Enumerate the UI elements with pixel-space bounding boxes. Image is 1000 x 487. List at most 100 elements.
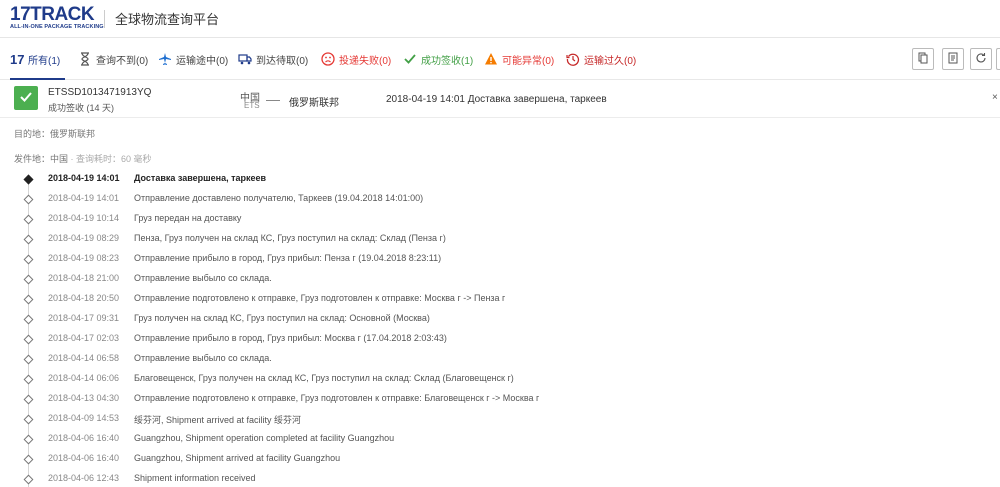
truck-icon (238, 52, 252, 66)
query-time: · 查询耗时：60 毫秒 (70, 154, 152, 164)
event-date: 2018-04-19 08:29 (48, 233, 120, 243)
event-text: 绥芬河, Shipment arrived at facility 绥芬河 (134, 415, 302, 425)
event-text: Отправление выбыло со склада. (134, 353, 272, 363)
export-button[interactable] (942, 48, 964, 70)
document-icon (947, 52, 959, 67)
timeline-event: 2018-04-06 16:40 Guangzhou, Shipment oper… (0, 430, 1000, 450)
event-text: Отправление подготовлено к отправке, Гру… (134, 293, 506, 303)
event-date: 2018-04-18 21:00 (48, 273, 120, 283)
tab-pick-up-label: 到达待取(0) (256, 55, 309, 67)
svg-text:17: 17 (10, 52, 24, 66)
origin-label: 发件地：中国 (14, 154, 69, 164)
check-icon (19, 90, 33, 107)
tab-undelivered[interactable]: 投递失败(0) (321, 50, 391, 68)
17track-logo[interactable]: 17TRACK ALL-IN-ONE PACKAGE TRACKING (10, 4, 104, 33)
timeline-event: 2018-04-06 16:40 Guangzhou, Shipment arri… (0, 450, 1000, 470)
event-text: Благовещенск, Груз получен на склад КС, … (134, 373, 514, 383)
timeline-event: 2018-04-19 10:14 Груз передан на доставку (0, 210, 1000, 230)
destination-country: 俄罗斯联邦 (289, 98, 339, 109)
tab-alert[interactable]: 可能异常(0) (484, 50, 554, 68)
timeline-dot (23, 194, 34, 205)
timeline-dot (23, 354, 34, 365)
tab-in-transit-label: 运输途中(0) (176, 55, 229, 67)
destination-label: 目的地：俄罗斯联邦 (14, 129, 96, 139)
timeline-dot (23, 274, 34, 285)
timeline-event: 2018-04-14 06:58 Отправление выбыло со ск… (0, 350, 1000, 370)
event-text: Отправление выбыло со склада. (134, 273, 272, 283)
tab-pick-up[interactable]: 到达待取(0) (238, 50, 308, 68)
17-logo-icon: 17 (10, 52, 24, 67)
tab-expired[interactable]: 运输过久(0) (566, 50, 636, 68)
more-button[interactable] (996, 48, 1000, 70)
origin-carrier: ETS (244, 101, 260, 110)
copy-icon (917, 52, 929, 67)
timeline-dot (23, 374, 34, 385)
event-text: Отправление прибыло в город, Груз прибыл… (134, 333, 447, 343)
event-date: 2018-04-09 14:53 (48, 413, 120, 423)
hourglass-icon (78, 52, 92, 66)
event-date: 2018-04-19 14:01 (48, 193, 120, 203)
event-text: Guangzhou, Shipment arrived at facility … (134, 453, 341, 463)
timeline-event: 2018-04-18 21:00 Отправление выбыло со ск… (0, 270, 1000, 290)
timeline-dot (23, 434, 34, 445)
logo-wordmark: 17TRACK (10, 4, 95, 25)
event-text: Отправление подготовлено к отправке, Гру… (134, 393, 540, 403)
event-date: 2018-04-19 14:01 (48, 173, 120, 183)
tab-delivered-label: 成功签收(1) (421, 55, 474, 67)
timeline-event: 2018-04-19 14:01 Доставка завершена, тарк… (0, 170, 1000, 190)
timeline-event: 2018-04-19 08:23 Отправление прибыло в го… (0, 250, 1000, 270)
event-text: Доставка завершена, таркеев (134, 173, 267, 183)
route-arrow (266, 100, 280, 101)
event-date: 2018-04-18 20:50 (48, 293, 120, 303)
tab-not-found[interactable]: 查询不到(0) (78, 50, 148, 68)
tab-all-label: 所有(1) (28, 55, 61, 67)
tracking-number[interactable]: ETSSD1013471913YQ (48, 87, 151, 98)
header-divider (104, 10, 105, 28)
status-tabs: 17 所有(1) 查询不到(0) 运输途中(0) 到达待取(0) 投递失败(0)… (0, 38, 1000, 80)
platform-title: 全球物流查询平台 (115, 12, 220, 27)
copy-button[interactable] (912, 48, 934, 70)
event-date: 2018-04-13 04:30 (48, 393, 120, 403)
check-icon (403, 52, 417, 66)
tab-in-transit[interactable]: 运输途中(0) (158, 50, 228, 68)
timeline-dot (23, 394, 34, 405)
timeline-dot (23, 414, 34, 425)
tab-expired-label: 运输过久(0) (584, 55, 637, 67)
timeline-dot (23, 294, 34, 305)
event-date: 2018-04-06 16:40 (48, 433, 120, 443)
logo-tagline: ALL-IN-ONE PACKAGE TRACKING (10, 24, 104, 30)
timeline-event: 2018-04-17 02:03 Отправление прибыло в го… (0, 330, 1000, 350)
close-icon[interactable]: × (992, 92, 998, 103)
event-text: Груз передан на доставку (134, 213, 242, 223)
timeline-event: 2018-04-09 14:53 绥芬河, Shipment arrived at… (0, 410, 1000, 430)
event-date: 2018-04-14 06:06 (48, 373, 120, 383)
timeline-dot (23, 214, 34, 225)
timeline-event: 2018-04-17 09:31 Груз получен на склад КС… (0, 310, 1000, 330)
refresh-icon (975, 52, 987, 67)
tab-all[interactable]: 17 所有(1) (10, 50, 60, 68)
event-date: 2018-04-06 12:43 (48, 473, 120, 483)
latest-event: 2018-04-19 14:01 Доставка завершена, тар… (386, 94, 607, 105)
clock-history-icon (566, 52, 580, 66)
timeline-dot (23, 474, 34, 485)
timeline-dot (23, 254, 34, 265)
timeline-event: 2018-04-13 04:30 Отправление подготовлено… (0, 390, 1000, 410)
timeline-dot (23, 454, 34, 465)
event-text: Отправление доставлено получателю, Тарке… (134, 193, 424, 203)
event-date: 2018-04-19 10:14 (48, 213, 120, 223)
tab-delivered[interactable]: 成功签收(1) (403, 50, 473, 68)
event-date: 2018-04-17 09:31 (48, 313, 120, 323)
timeline-dot (23, 314, 34, 325)
event-date: 2018-04-06 16:40 (48, 453, 120, 463)
timeline-event: 2018-04-06 12:43 Shipment information rec… (0, 470, 1000, 487)
status-text: 成功签收 (14 天) (48, 103, 115, 113)
event-date: 2018-04-17 02:03 (48, 333, 120, 343)
timeline-event: 2018-04-14 06:06 Благовещенск, Груз получ… (0, 370, 1000, 390)
airplane-icon (158, 52, 172, 66)
origin-info: 发件地：中国 · 查询耗时：60 毫秒 (14, 152, 152, 165)
refresh-button[interactable] (970, 48, 992, 70)
timeline-dot (23, 334, 34, 345)
sad-face-icon (321, 52, 335, 66)
timeline-dot (23, 174, 34, 185)
timeline-dot (23, 234, 34, 245)
